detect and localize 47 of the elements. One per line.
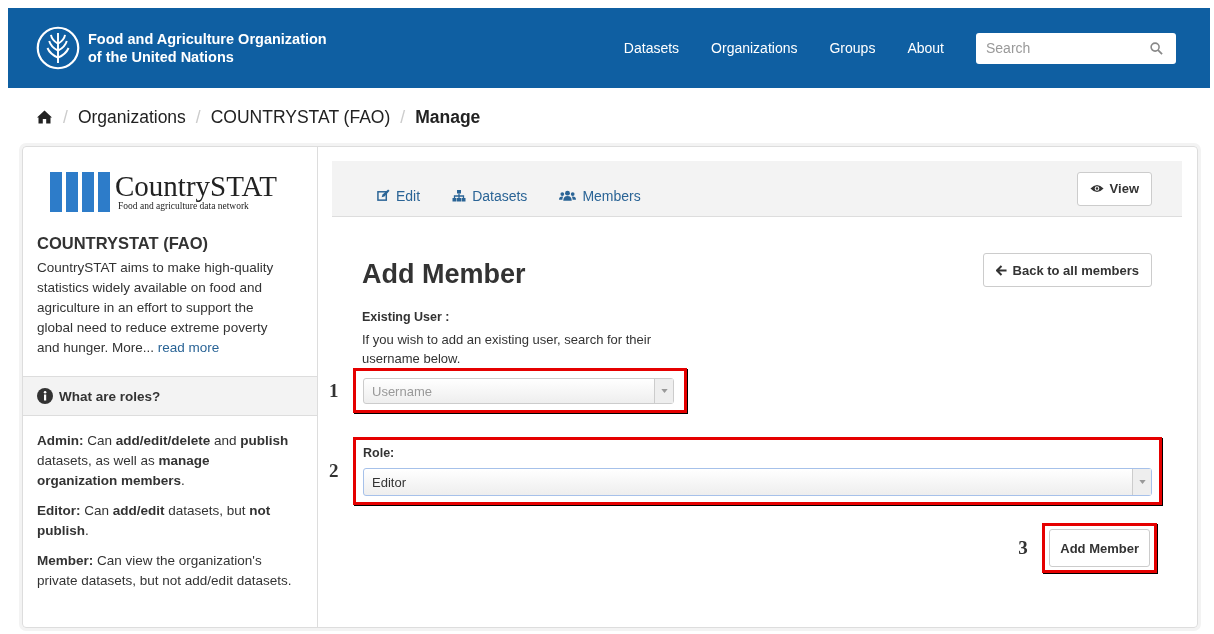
breadcrumb-link[interactable]: Manage bbox=[415, 106, 481, 128]
annotation-number: 1 bbox=[329, 379, 340, 402]
dropdown-caret-icon bbox=[654, 379, 673, 403]
organization-description: CountrySTAT aims to make high-quality statistics widely available on food and agriculture in an effort to support the global need to reduce extreme poverty and hunger. More... read more bbox=[37, 259, 275, 357]
dropdown-caret-icon bbox=[1132, 469, 1151, 495]
annotation-number: 2 bbox=[329, 460, 340, 482]
tab[interactable]: Datasets bbox=[452, 187, 528, 204]
breadcrumb-separator: / bbox=[195, 106, 201, 128]
help-text: If you wish to add an existing user, search for their username below. bbox=[362, 331, 653, 368]
nav-link[interactable]: Datasets bbox=[623, 40, 680, 56]
nav-link[interactable]: Groups bbox=[829, 40, 876, 56]
tab[interactable]: Members bbox=[559, 187, 641, 204]
breadcrumb-link[interactable]: COUNTRYSTAT (FAO) bbox=[210, 106, 391, 128]
breadcrumb-link[interactable]: Organizations bbox=[77, 106, 186, 128]
bars-logo-icon bbox=[50, 172, 110, 212]
role-description: Admin: Can add/edit/delete and publish datasets, as well as manage organization members. bbox=[37, 432, 290, 490]
arrow-left-icon bbox=[995, 264, 1007, 276]
add-member-button[interactable]: Add Member bbox=[1049, 529, 1150, 567]
breadcrumb-separator: / bbox=[63, 106, 68, 128]
home-icon[interactable] bbox=[36, 110, 53, 124]
organization-name: Food and Agriculture Organization of the United Nations bbox=[88, 30, 327, 66]
nav-link[interactable]: About bbox=[907, 40, 944, 56]
annotation-number: 3 bbox=[1018, 537, 1029, 559]
users-icon bbox=[559, 189, 577, 202]
tab[interactable]: Edit bbox=[377, 187, 421, 204]
view-button[interactable]: View bbox=[1076, 171, 1152, 206]
form-title: Add Member bbox=[362, 258, 526, 290]
search-icon bbox=[1150, 41, 1163, 55]
back-button[interactable]: Back to all members bbox=[982, 253, 1152, 287]
breadcrumb-separator: / bbox=[400, 106, 406, 128]
sitemap-icon bbox=[452, 189, 467, 202]
role-description: Editor: Can add/edit datasets, but not publish. bbox=[37, 502, 272, 540]
role-select[interactable]: Editor bbox=[363, 468, 1152, 496]
logo-tagline: Food and agriculture data network bbox=[118, 201, 249, 212]
logo-name: CountrySTAT bbox=[115, 172, 278, 200]
field-label: Existing User : bbox=[362, 310, 451, 324]
info-icon bbox=[37, 388, 53, 404]
read-more-link[interactable]: read more bbox=[157, 340, 220, 355]
search-field[interactable]: Search bbox=[976, 32, 1176, 64]
roles-heading: What are roles? bbox=[59, 388, 161, 404]
organization-title: COUNTRYSTAT (FAO) bbox=[37, 234, 210, 253]
role-description: Member: Can view the organization's private datasets, but not add/edit datasets. bbox=[37, 552, 293, 590]
nav-link[interactable]: Organizations bbox=[711, 40, 798, 56]
field-label: Role: bbox=[363, 446, 396, 460]
eye-icon bbox=[1089, 184, 1104, 193]
edit-icon bbox=[377, 189, 390, 202]
emblem-icon bbox=[36, 26, 80, 70]
